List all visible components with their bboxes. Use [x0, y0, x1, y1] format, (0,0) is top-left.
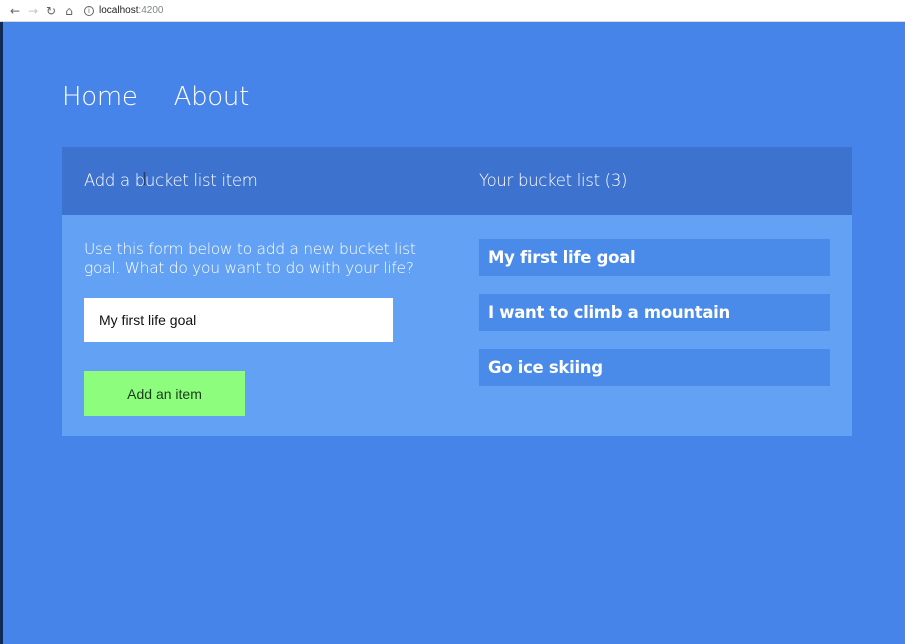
list-title: Your bucket list (3)	[479, 171, 628, 190]
bucket-list-card: Add a bucket list item I Your bucket lis…	[62, 147, 852, 436]
window-edge	[0, 22, 3, 644]
info-icon[interactable]: i	[84, 5, 94, 16]
bucket-list-item[interactable]: I want to climb a mountain	[479, 294, 830, 331]
back-arrow-icon[interactable]: ←	[6, 2, 24, 20]
form-title: Add a bucket list item	[84, 171, 258, 190]
text-cursor-icon: I	[142, 169, 148, 189]
bucket-list-item[interactable]: Go ice skiing	[479, 349, 830, 386]
goal-input[interactable]	[84, 298, 393, 342]
card-header: Add a bucket list item I Your bucket lis…	[62, 147, 852, 215]
browser-toolbar: ← → ↻ ⌂ i localhost:4200	[0, 0, 905, 22]
reload-icon[interactable]: ↻	[42, 2, 60, 20]
forward-arrow-icon[interactable]: →	[24, 2, 42, 20]
main-nav: Home About	[62, 82, 249, 112]
nav-home-link[interactable]: Home	[62, 82, 138, 112]
form-intro-text: Use this form below to add a new bucket …	[84, 240, 416, 277]
url-host: localhost	[99, 5, 139, 16]
nav-about-link[interactable]: About	[174, 82, 250, 112]
add-item-button[interactable]: Add an item	[84, 371, 245, 416]
home-icon[interactable]: ⌂	[60, 2, 78, 20]
address-bar[interactable]: i localhost:4200	[84, 3, 884, 19]
url-port: :4200	[138, 5, 164, 16]
bucket-list-item[interactable]: My first life goal	[479, 239, 830, 276]
bucket-list: My first life goal I want to climb a mou…	[479, 239, 830, 404]
